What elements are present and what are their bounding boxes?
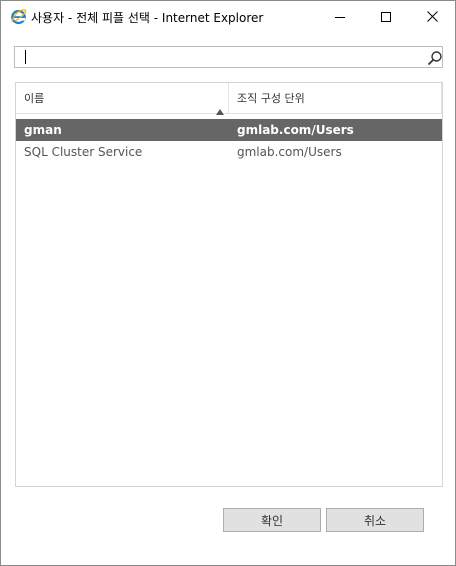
minimize-icon: [335, 16, 345, 18]
ok-button[interactable]: 확인: [223, 508, 321, 532]
column-header-ou-label: 조직 구성 단위: [237, 92, 305, 105]
column-header-name[interactable]: 이름: [16, 83, 229, 115]
close-button[interactable]: [409, 1, 455, 32]
row-ou-cell: gmlab.com/Users: [237, 123, 354, 137]
row-name-cell: SQL Cluster Service: [24, 145, 143, 159]
row-name-cell: gman: [24, 123, 62, 137]
people-list-panel: 이름 조직 구성 단위 gman gmlab.com/Users SQL Clu…: [15, 82, 443, 487]
title-bar[interactable]: 사용자 - 전체 피플 선택 - Internet Explorer: [1, 1, 455, 32]
maximize-button[interactable]: [363, 1, 409, 32]
search-icon[interactable]: [427, 50, 443, 66]
window-title: 사용자 - 전체 피플 선택 - Internet Explorer: [31, 11, 264, 25]
sort-ascending-icon: [216, 96, 224, 115]
close-icon: [426, 11, 438, 22]
column-header-name-label: 이름: [24, 92, 45, 105]
list-header: 이름 조직 구성 단위: [16, 83, 442, 115]
table-row[interactable]: SQL Cluster Service gmlab.com/Users: [16, 141, 442, 163]
column-header-ou[interactable]: 조직 구성 단위: [229, 83, 442, 114]
row-ou-cell: gmlab.com/Users: [237, 145, 342, 159]
list-rows: gman gmlab.com/Users SQL Cluster Service…: [16, 119, 442, 163]
table-row[interactable]: gman gmlab.com/Users: [16, 119, 442, 141]
text-cursor: [25, 50, 26, 64]
maximize-icon: [381, 11, 391, 22]
header-divider: [441, 83, 442, 114]
cancel-button[interactable]: 취소: [326, 508, 424, 532]
dialog-window: 사용자 - 전체 피플 선택 - Internet Explorer 이름 조직…: [0, 0, 456, 566]
internet-explorer-icon: [10, 8, 27, 25]
search-box: [14, 46, 443, 68]
minimize-button[interactable]: [317, 1, 363, 32]
search-input[interactable]: [15, 47, 415, 67]
